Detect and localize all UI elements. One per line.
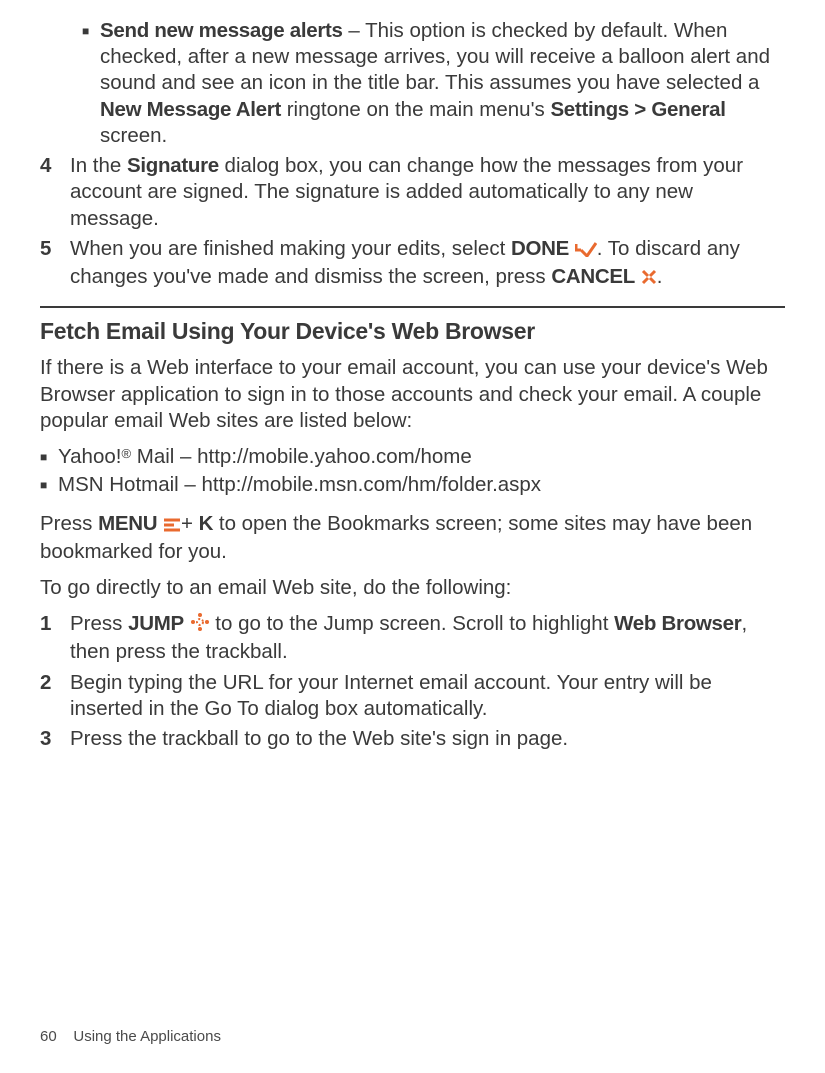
text: Press bbox=[70, 612, 128, 635]
step-number: 1 bbox=[40, 611, 70, 665]
text: + bbox=[181, 512, 199, 535]
page-number: 60 bbox=[40, 1028, 57, 1045]
text-bold: Web Browser bbox=[614, 612, 741, 635]
direct-step-3: 3 Press the trackball to go to the Web s… bbox=[40, 726, 785, 752]
registered-mark: ® bbox=[121, 446, 131, 461]
footer: 60 Using the Applications bbox=[40, 1028, 221, 1045]
step-4: 4 In the Signature dialog box, you can c… bbox=[40, 153, 785, 232]
text: screen. bbox=[100, 124, 167, 147]
step-5: 5 When you are finished making your edit… bbox=[40, 236, 785, 292]
step-content: When you are finished making your edits,… bbox=[70, 236, 785, 292]
bookmarks-paragraph: Press MENU + K to open the Bookmarks scr… bbox=[40, 511, 785, 565]
step-content: In the Signature dialog box, you can cha… bbox=[70, 153, 785, 232]
text-bold: Settings > General bbox=[550, 98, 725, 121]
step-number: 2 bbox=[40, 670, 70, 722]
site-yahoo: ■ Yahoo!® Mail – http://mobile.yahoo.com… bbox=[40, 444, 785, 470]
step-content: Press JUMP to go to the Jump screen. Scr… bbox=[70, 611, 785, 665]
text: Mail – http://mobile.yahoo.com/home bbox=[131, 445, 472, 468]
text-bold: New Message Alert bbox=[100, 98, 281, 121]
text: . bbox=[657, 265, 663, 288]
text-bold: Signature bbox=[127, 154, 219, 177]
sub-bullet-title: Send new message alerts bbox=[100, 19, 343, 42]
menu-icon bbox=[163, 513, 181, 539]
text-bold: MENU bbox=[98, 512, 157, 535]
text: Yahoo! bbox=[58, 445, 121, 468]
text: – bbox=[343, 19, 365, 42]
text: Press bbox=[40, 512, 98, 535]
section-title: Fetch Email Using Your Device's Web Brow… bbox=[40, 318, 785, 345]
page: ■ Send new message alerts – This option … bbox=[0, 0, 825, 1073]
step-number: 5 bbox=[40, 236, 70, 292]
bullet-content: MSN Hotmail – http://mobile.msn.com/hm/f… bbox=[58, 472, 785, 498]
bullet-marker: ■ bbox=[40, 444, 58, 470]
text: to go to the Jump screen. Scroll to high… bbox=[210, 612, 615, 635]
step-content: Press the trackball to go to the Web sit… bbox=[70, 726, 785, 752]
step-number: 3 bbox=[40, 726, 70, 752]
text: In the bbox=[70, 154, 127, 177]
done-check-icon bbox=[575, 238, 597, 264]
sub-bullet-alerts: ■ Send new message alerts – This option … bbox=[82, 18, 785, 149]
bullet-content: Yahoo!® Mail – http://mobile.yahoo.com/h… bbox=[58, 444, 785, 470]
bullet-marker: ■ bbox=[82, 18, 100, 149]
bullet-marker: ■ bbox=[40, 472, 58, 498]
step-content: Begin typing the URL for your Internet e… bbox=[70, 670, 785, 722]
text-bold: DONE bbox=[511, 237, 569, 260]
text-bold: CANCEL bbox=[551, 265, 635, 288]
direct-paragraph: To go directly to an email Web site, do … bbox=[40, 575, 785, 601]
site-msn: ■ MSN Hotmail – http://mobile.msn.com/hm… bbox=[40, 472, 785, 498]
jump-icon bbox=[190, 612, 210, 639]
cancel-x-icon bbox=[641, 266, 657, 292]
direct-step-2: 2 Begin typing the URL for your Internet… bbox=[40, 670, 785, 722]
text-bold: JUMP bbox=[128, 612, 184, 635]
text: ringtone on the main menu's bbox=[281, 98, 550, 121]
footer-label: Using the Applications bbox=[73, 1028, 221, 1045]
text-bold: K bbox=[199, 512, 214, 535]
intro-paragraph: If there is a Web interface to your emai… bbox=[40, 355, 785, 434]
divider bbox=[40, 306, 785, 308]
step-number: 4 bbox=[40, 153, 70, 232]
direct-step-1: 1 Press JUMP to go to the Jump screen. S… bbox=[40, 611, 785, 665]
bullet-content: Send new message alerts – This option is… bbox=[100, 18, 785, 149]
text: When you are finished making your edits,… bbox=[70, 237, 511, 260]
